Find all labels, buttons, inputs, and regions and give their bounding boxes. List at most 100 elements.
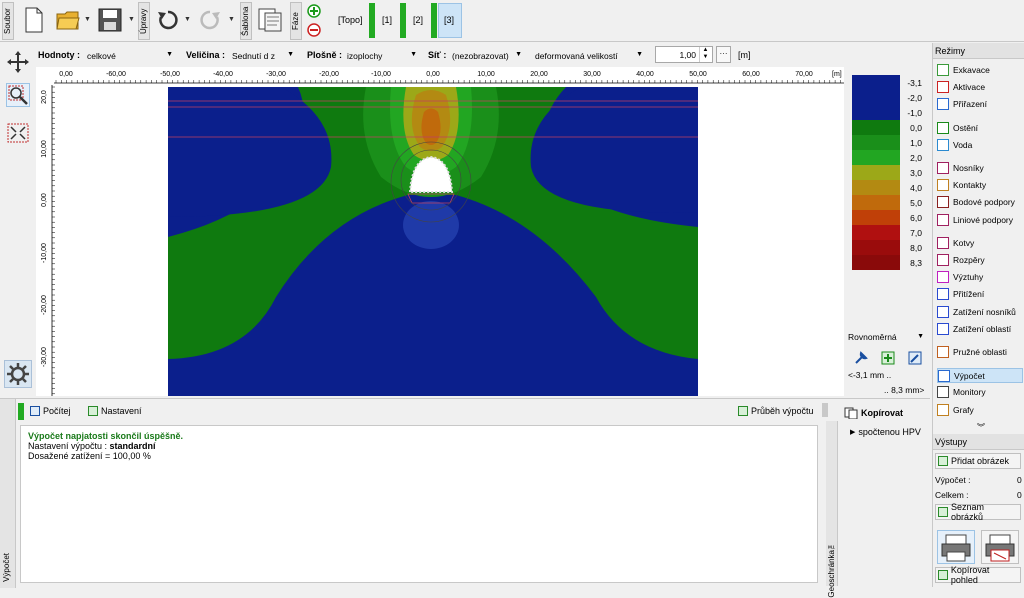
add-phase-button[interactable] — [307, 4, 321, 18]
template-button[interactable] — [256, 4, 284, 36]
splitter-handle[interactable] — [822, 403, 828, 417]
mode-item-label: Rozpěry — [953, 255, 985, 265]
compute-icon — [30, 406, 40, 416]
modes-header: Režimy — [933, 43, 1024, 59]
calc-side-tab[interactable]: Výpočet — [0, 399, 16, 588]
zoom-button[interactable] — [6, 83, 30, 107]
phase-topo[interactable]: [Topo] — [338, 15, 363, 25]
mode-item-prirazeni[interactable]: Přiřazení — [937, 97, 1023, 112]
contour-field — [168, 87, 698, 396]
mode-item-aktivace[interactable]: Aktivace — [937, 80, 1023, 95]
copy-icon — [844, 407, 858, 419]
geoclipboard-label: Geoschránka™ — [827, 541, 836, 598]
range-min: <-3,1 mm .. — [848, 370, 892, 380]
edit-tab[interactable]: Úpravy — [138, 2, 150, 40]
calc-progress-button[interactable]: Průběh výpočtu — [736, 403, 816, 419]
mode-item-nosniky[interactable]: Nosníky — [937, 161, 1023, 176]
geoclipboard-tab[interactable]: Geoschránka™ — [826, 421, 838, 598]
log-settings-label: Nastavení výpočtu : — [28, 441, 110, 451]
quantity-select[interactable]: Sednutí d z ▼ — [229, 47, 297, 63]
quantity-select-value: Sednutí d z — [232, 51, 276, 61]
chevron-down-icon[interactable]: ▼ — [128, 16, 136, 24]
chevron-down-icon[interactable]: ▼ — [84, 16, 92, 24]
mode-item-liniove-podpory[interactable]: Liniové podpory — [937, 213, 1023, 228]
main-toolbar: Soubor ▼ ▼ Úpravy ▼ ▼ Šablona Fáze [Topo… — [0, 0, 1024, 42]
phase-tab[interactable]: Fáze — [290, 2, 302, 40]
mode-item-label: Voda — [953, 139, 973, 150]
mode-item-monitory[interactable]: Monitory — [937, 385, 1023, 400]
remove-phase-button[interactable] — [307, 23, 321, 37]
legend-swatch — [852, 195, 900, 210]
legend-row: 8,0 — [852, 240, 926, 255]
right-panel: Režimy Exkavace Aktivace Přiřazení Ostění Vo… — [932, 43, 1024, 587]
phase-1[interactable]: [1] — [382, 15, 392, 25]
surface-select[interactable]: izoplochy ▼ — [344, 47, 420, 63]
elastic-region-icon — [937, 346, 949, 358]
mode-item-zatizeni-nosniku[interactable]: Zatížení nosníků — [937, 305, 1023, 320]
calc-count-label: Výpočet : — [935, 475, 971, 485]
mode-item-osteni[interactable]: Ostění — [937, 121, 1023, 136]
image-list-button[interactable]: Seznam obrázků — [935, 502, 1021, 522]
mode-item-voda[interactable]: Voda — [937, 138, 1023, 153]
print-export-button[interactable] — [981, 530, 1019, 564]
legend-settings-button[interactable] — [854, 351, 868, 365]
legend-row: -2,0 — [852, 90, 926, 105]
mode-item-exkavace[interactable]: Exkavace — [937, 63, 1023, 78]
fit-view-button[interactable] — [6, 121, 30, 145]
distribution-select[interactable]: Rovnoměrná ▼ — [848, 332, 926, 346]
computed-hpv-item[interactable]: ▶ spočtenou HPV — [848, 424, 923, 440]
copy-button[interactable]: Kopírovat — [842, 405, 905, 421]
template-tab[interactable]: Šablona — [240, 2, 252, 40]
phase-2[interactable]: [2] — [413, 15, 423, 25]
mode-item-bodove-podpory[interactable]: Bodové podpory — [937, 195, 1023, 210]
mode-item-kotvy[interactable]: Kotvy — [937, 236, 1023, 251]
chevron-down-icon[interactable]: ▼ — [228, 16, 236, 24]
settings-button[interactable] — [4, 360, 32, 388]
mode-item-vypocet[interactable]: Výpočet — [937, 368, 1023, 384]
mode-item-grafy[interactable]: Grafy — [937, 403, 1023, 418]
mode-item-rozpery[interactable]: Rozpěry — [937, 253, 1023, 268]
print-button[interactable] — [937, 530, 975, 564]
wrench-icon — [855, 351, 868, 364]
legend-swatch — [852, 90, 900, 105]
x-tick-label: 30,00 — [583, 71, 601, 78]
stepper-icon[interactable]: ▲ ▼ — [699, 47, 711, 62]
pan-button[interactable] — [6, 50, 30, 74]
printer-icon — [941, 534, 971, 562]
mode-item-kontakty[interactable]: Kontakty — [937, 178, 1023, 193]
legend-add-button[interactable] — [881, 351, 895, 365]
legend-swatch — [852, 75, 900, 90]
mesh-select[interactable]: (nezobrazovat) ▼ — [449, 47, 525, 63]
copy-view-button[interactable]: Kopírovat pohled — [935, 565, 1021, 585]
redo-button[interactable] — [196, 4, 224, 36]
legend-row: -1,0 — [852, 105, 926, 120]
values-select[interactable]: celkové ▼ — [84, 47, 176, 63]
legend-swatch — [852, 180, 900, 195]
legend-swatch — [852, 105, 900, 120]
legend-row: 5,0 — [852, 195, 926, 210]
x-tick-label: -40,00 — [213, 71, 233, 78]
file-tab[interactable]: Soubor — [2, 2, 14, 40]
mode-item-pritizeni[interactable]: Přitížení — [937, 287, 1023, 302]
mesh-select-value: (nezobrazovat) — [452, 51, 509, 61]
new-file-button[interactable] — [20, 4, 48, 36]
deformation-scale-input[interactable]: 1,00 ▲ ▼ — [655, 46, 713, 63]
chevron-down-icon[interactable]: ▼ — [184, 16, 192, 24]
open-file-button[interactable] — [54, 4, 82, 36]
undo-button[interactable] — [154, 4, 182, 36]
image-list-label: Seznam obrázků — [950, 502, 984, 522]
compute-button[interactable]: Počítej — [28, 403, 73, 419]
legend-edit-button[interactable] — [908, 351, 922, 365]
deformation-select[interactable]: deformovaná velikostí ▼ — [532, 47, 646, 63]
save-button[interactable] — [96, 4, 124, 36]
add-image-button[interactable]: Přidat obrázek — [935, 453, 1021, 469]
mode-item-pruzne-oblasti[interactable]: Pružné oblasti — [937, 345, 1023, 360]
lining-icon — [937, 121, 949, 134]
plot-area[interactable]: 0,00 -60,00 -50,00 -40,00 -30,00 -20,00 -10,00… — [36, 67, 844, 396]
chevron-down-icon[interactable]: ︾ — [977, 422, 985, 433]
mode-item-zatizeni-oblasti[interactable]: Zatížení oblastí — [937, 322, 1023, 337]
settings-bottom-button[interactable]: Nastavení — [86, 403, 144, 419]
phase-3[interactable]: [3] — [444, 15, 454, 25]
more-button[interactable]: ··· — [716, 46, 731, 63]
mode-item-vyztuhy[interactable]: Výztuhy — [937, 270, 1023, 285]
